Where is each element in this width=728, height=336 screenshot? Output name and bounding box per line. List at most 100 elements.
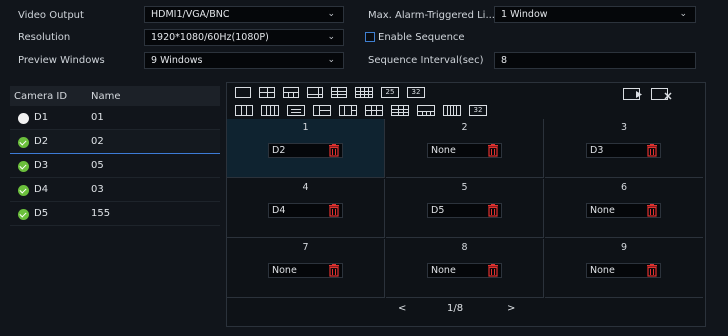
delete-icon[interactable] bbox=[327, 204, 341, 217]
window-number: 8 bbox=[461, 242, 468, 253]
enable-sequence-checkbox[interactable] bbox=[365, 32, 375, 42]
camera-table-header: Camera ID Name bbox=[10, 86, 220, 106]
page-indicator: 1/8 bbox=[447, 303, 464, 314]
max-alarm-label: Max. Alarm-Triggered Li... bbox=[368, 10, 495, 21]
preview-window-cell[interactable]: 3 D3 bbox=[545, 119, 703, 178]
layout-32-icon[interactable]: 32 bbox=[407, 87, 425, 98]
layout-32-alt-icon[interactable]: 32 bbox=[469, 105, 487, 116]
layout-8-icon[interactable] bbox=[307, 87, 323, 98]
camera-row[interactable]: D4 03 bbox=[10, 178, 220, 202]
layout-custom-f-icon[interactable] bbox=[365, 105, 383, 116]
camera-name: 155 bbox=[91, 208, 111, 219]
resolution-select[interactable]: 1920*1080/60Hz(1080P) ⌄ bbox=[144, 29, 344, 46]
chevron-down-icon: ⌄ bbox=[327, 32, 335, 42]
window-camera-select[interactable]: D5 bbox=[427, 203, 502, 218]
preview-window-cell[interactable]: 5 D5 bbox=[386, 179, 544, 238]
sequence-interval-input[interactable]: 8 bbox=[494, 52, 696, 69]
layout-custom-h-icon[interactable] bbox=[417, 105, 435, 116]
layout-custom-i-icon[interactable] bbox=[443, 105, 461, 116]
sequence-clear-icon[interactable] bbox=[651, 88, 673, 101]
window-number: 2 bbox=[461, 122, 468, 133]
preview-window-cell[interactable]: 1 D2 bbox=[227, 119, 385, 178]
name-header: Name bbox=[91, 91, 121, 102]
camera-id: D3 bbox=[34, 160, 49, 171]
window-camera-value: D4 bbox=[272, 205, 286, 216]
layout-1-icon[interactable] bbox=[235, 87, 251, 98]
delete-icon[interactable] bbox=[327, 144, 341, 157]
camera-row[interactable]: D2 02 bbox=[10, 130, 220, 154]
chevron-down-icon: ⌄ bbox=[327, 55, 335, 65]
layout-4-icon[interactable] bbox=[259, 87, 275, 98]
window-camera-value: D5 bbox=[431, 205, 445, 216]
window-camera-select[interactable]: None bbox=[427, 143, 502, 158]
layout-16-icon[interactable] bbox=[355, 87, 373, 98]
layout-custom-g-icon[interactable] bbox=[391, 105, 409, 116]
delete-icon[interactable] bbox=[486, 204, 500, 217]
chevron-down-icon: ⌄ bbox=[327, 9, 335, 19]
preview-window-cell[interactable]: 4 D4 bbox=[227, 179, 385, 238]
window-number: 5 bbox=[461, 182, 468, 193]
delete-icon[interactable] bbox=[486, 144, 500, 157]
preview-layout-panel: 25 32 32 1 D2 2 None 3 D3 4 D4 5 D5 6 No… bbox=[226, 82, 706, 327]
window-camera-select[interactable]: D2 bbox=[268, 143, 343, 158]
prev-page-button[interactable]: < bbox=[398, 303, 406, 314]
preview-window-cell[interactable]: 8 None bbox=[386, 239, 544, 298]
camera-id: D2 bbox=[34, 136, 49, 147]
delete-icon[interactable] bbox=[486, 264, 500, 277]
delete-icon[interactable] bbox=[645, 204, 659, 217]
window-camera-value: None bbox=[431, 145, 456, 156]
online-check-icon bbox=[18, 209, 29, 220]
window-camera-select[interactable]: None bbox=[268, 263, 343, 278]
camera-name: 02 bbox=[91, 136, 104, 147]
window-camera-value: None bbox=[590, 265, 615, 276]
layout-custom-b-icon[interactable] bbox=[261, 105, 279, 116]
camera-id: D1 bbox=[34, 112, 49, 123]
delete-icon[interactable] bbox=[645, 264, 659, 277]
window-camera-select[interactable]: None bbox=[586, 203, 661, 218]
layout-6-icon[interactable] bbox=[283, 87, 299, 98]
max-alarm-value: 1 Window bbox=[501, 9, 548, 20]
delete-icon[interactable] bbox=[645, 144, 659, 157]
offline-status-icon bbox=[18, 113, 29, 124]
resolution-value: 1920*1080/60Hz(1080P) bbox=[151, 32, 269, 43]
chevron-down-icon: ⌄ bbox=[679, 9, 687, 19]
window-camera-select[interactable]: None bbox=[586, 263, 661, 278]
camera-row[interactable]: D1 01 bbox=[10, 106, 220, 130]
layout-25-icon[interactable]: 25 bbox=[381, 87, 399, 98]
online-check-icon bbox=[18, 137, 29, 148]
camera-name: 05 bbox=[91, 160, 104, 171]
max-alarm-select[interactable]: 1 Window ⌄ bbox=[494, 6, 696, 23]
preview-window-cell[interactable]: 6 None bbox=[545, 179, 703, 238]
layout-9-icon[interactable] bbox=[331, 87, 347, 98]
window-number: 7 bbox=[302, 242, 309, 253]
video-output-select[interactable]: HDMI1/VGA/BNC ⌄ bbox=[144, 6, 344, 23]
layout-custom-d-icon[interactable] bbox=[313, 105, 331, 116]
preview-windows-select[interactable]: 9 Windows ⌄ bbox=[144, 52, 344, 69]
window-camera-select[interactable]: D4 bbox=[268, 203, 343, 218]
layout-custom-c-icon[interactable] bbox=[287, 105, 305, 116]
preview-window-cell[interactable]: 7 None bbox=[227, 239, 385, 298]
preview-window-cell[interactable]: 9 None bbox=[545, 239, 703, 298]
online-check-icon bbox=[18, 161, 29, 172]
online-check-icon bbox=[18, 185, 29, 196]
preview-windows-label: Preview Windows bbox=[18, 55, 105, 66]
window-camera-select[interactable]: D3 bbox=[586, 143, 661, 158]
window-number: 3 bbox=[620, 122, 628, 133]
camera-row[interactable]: D5 155 bbox=[10, 202, 220, 226]
window-camera-value: None bbox=[590, 205, 615, 216]
layout-custom-a-icon[interactable] bbox=[235, 105, 253, 116]
next-page-button[interactable]: > bbox=[507, 303, 515, 314]
sequence-play-icon[interactable] bbox=[623, 88, 643, 101]
window-camera-value: D3 bbox=[590, 145, 604, 156]
window-camera-select[interactable]: None bbox=[427, 263, 502, 278]
sequence-interval-value: 8 bbox=[501, 55, 508, 66]
camera-name: 03 bbox=[91, 184, 104, 195]
camera-row[interactable]: D3 05 bbox=[10, 154, 220, 178]
resolution-label: Resolution bbox=[18, 32, 71, 43]
camera-name: 01 bbox=[91, 112, 104, 123]
layout-custom-e-icon[interactable] bbox=[339, 105, 357, 116]
delete-icon[interactable] bbox=[327, 264, 341, 277]
preview-window-cell[interactable]: 2 None bbox=[386, 119, 544, 178]
window-number: 1 bbox=[302, 122, 309, 133]
sequence-interval-label: Sequence Interval(sec) bbox=[368, 55, 484, 66]
